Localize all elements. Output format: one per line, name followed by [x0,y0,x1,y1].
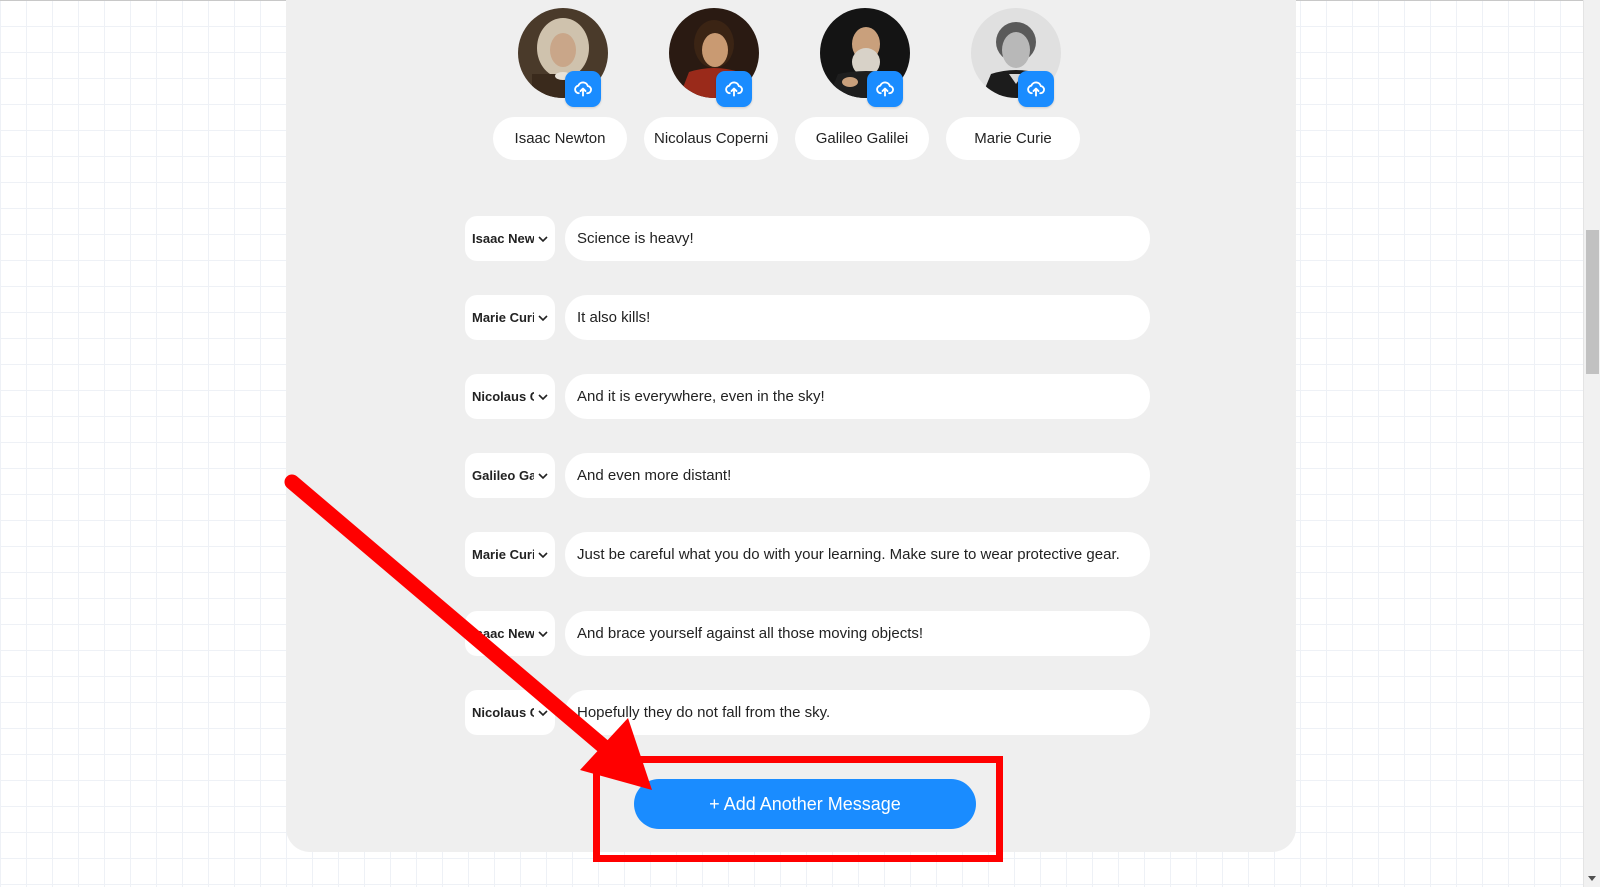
message-row: Isaac Newton Science is heavy! [465,216,1150,261]
message-row: Nicolaus Copernicus Hopefully they do no… [465,690,1150,735]
character-card-nicolaus-copernicus: Nicolaus Copernicus [644,0,784,170]
speaker-select[interactable]: Galileo Galilei [465,453,555,498]
character-name-field[interactable]: Marie Curie [946,117,1080,160]
message-text-input[interactable]: Hopefully they do not fall from the sky. [565,690,1150,735]
chevron-down-icon [538,394,548,401]
chevron-down-icon [538,552,548,559]
message-row: Nicolaus Copernicus And it is everywhere… [465,374,1150,419]
speaker-select[interactable]: Nicolaus Copernicus [465,690,555,735]
cloud-upload-icon[interactable] [716,71,752,107]
chevron-down-icon [538,710,548,717]
cloud-upload-icon[interactable] [565,71,601,107]
chevron-down-icon [538,631,548,638]
speaker-select[interactable]: Marie Curie [465,295,555,340]
message-row: Marie Curie Just be careful what you do … [465,532,1150,577]
cloud-upload-icon[interactable] [867,71,903,107]
speaker-select[interactable]: Nicolaus Copernicus [465,374,555,419]
message-row: Galileo Galilei And even more distant! [465,453,1150,498]
speaker-select[interactable]: Isaac Newton [465,216,555,261]
character-card-isaac-newton: Isaac Newton [493,0,633,170]
message-text-input[interactable]: And it is everywhere, even in the sky! [565,374,1150,419]
annotation-highlight-box [593,756,1003,862]
character-name-field[interactable]: Galileo Galilei [795,117,929,160]
message-text-input[interactable]: And brace yourself against all those mov… [565,611,1150,656]
scrollbar-thumb[interactable] [1586,230,1599,374]
scroll-down-arrow-icon[interactable] [1588,876,1596,881]
character-card-galileo-galilei: Galileo Galilei [795,0,935,170]
chevron-down-icon [538,315,548,322]
character-name-field[interactable]: Nicolaus Copernicus [644,117,778,160]
chevron-down-icon [538,236,548,243]
page-scrollbar[interactable] [1583,0,1600,887]
speaker-select[interactable]: Isaac Newton [465,611,555,656]
message-row: Marie Curie It also kills! [465,295,1150,340]
cloud-upload-icon[interactable] [1018,71,1054,107]
message-row: Isaac Newton And brace yourself against … [465,611,1150,656]
character-card-marie-curie: Marie Curie [946,0,1086,170]
message-text-input[interactable]: Science is heavy! [565,216,1150,261]
message-text-input[interactable]: It also kills! [565,295,1150,340]
character-name-field[interactable]: Isaac Newton [493,117,627,160]
speaker-select[interactable]: Marie Curie [465,532,555,577]
message-text-input[interactable]: And even more distant! [565,453,1150,498]
chevron-down-icon [538,473,548,480]
message-text-input[interactable]: Just be careful what you do with your le… [565,532,1150,577]
